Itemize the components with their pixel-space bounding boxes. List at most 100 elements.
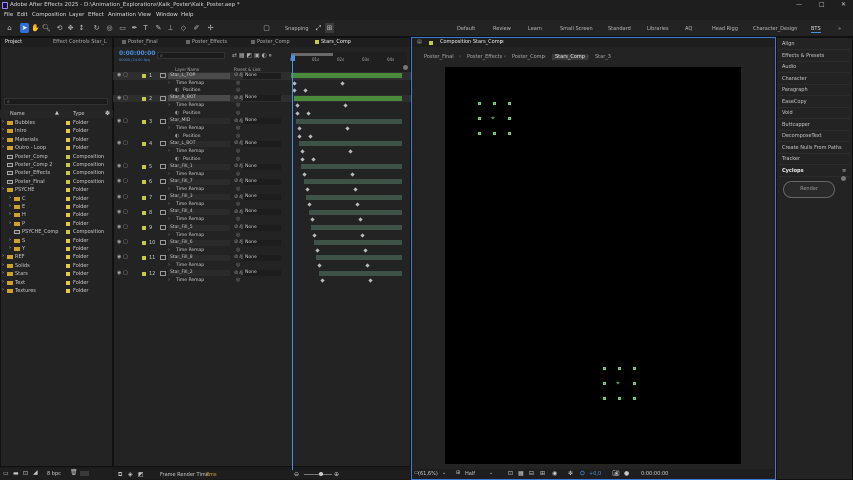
layer-label-color[interactable] (142, 74, 146, 78)
keyframe-marker[interactable] (317, 263, 322, 268)
property-row[interactable]: › Time Remap ◎ (113, 262, 411, 270)
snapping-checkbox-icon[interactable]: ▢ (262, 23, 271, 33)
property-row[interactable]: ◐ Position ◎ (113, 87, 411, 95)
keyframe-marker[interactable] (297, 134, 302, 139)
chevron-right-icon[interactable]: › (168, 247, 170, 253)
tab-timeline-poster-final[interactable]: Poster_Final (122, 39, 158, 45)
panel-cyclops[interactable]: Cyclops (782, 168, 804, 174)
project-item[interactable]: › PSYCHE Folder (0, 186, 113, 194)
close-button[interactable]: ✕ (841, 1, 846, 8)
chevron-right-icon[interactable]: › (9, 203, 11, 209)
project-item[interactable]: Poster_Effects Composition (0, 169, 113, 177)
property-row[interactable]: › Time Remap ◎ (113, 148, 411, 156)
zoom-out-icon[interactable]: ⊖ (294, 471, 299, 478)
panel-easecopy[interactable]: EaseCopy (782, 99, 807, 105)
tab-timeline-poster-comp[interactable]: Poster_Comp (251, 39, 290, 45)
project-item[interactable]: › Intro Folder (0, 127, 113, 135)
roto-brush-tool-icon[interactable]: ✐ (192, 23, 201, 33)
keyframe-marker[interactable] (362, 248, 368, 253)
label-color[interactable] (66, 272, 70, 277)
project-item[interactable]: › Outro - Loop Folder (0, 144, 113, 152)
property-row[interactable]: ◐ Position ◎ (113, 156, 411, 164)
maximize-button[interactable]: □ (819, 1, 825, 8)
chevron-right-icon[interactable]: › (2, 186, 4, 192)
pickwhip-icon[interactable]: ◎ (236, 277, 240, 283)
lock-icon[interactable]: ▤ (417, 39, 422, 45)
project-item[interactable]: › C Folder (0, 195, 113, 203)
chevron-right-icon[interactable]: › (2, 253, 4, 259)
layer-row[interactable]: ◉ ▢1Star_L_TOP⊘ ⁄◎None (113, 72, 411, 80)
project-item[interactable]: › H Folder (0, 211, 113, 219)
layer-row[interactable]: ◉ ▢12Star_Fill_2⊘ ⁄◎None (113, 270, 411, 278)
hand-tool-icon[interactable]: ✋ (31, 23, 40, 33)
menu-composition[interactable]: Composition (32, 12, 66, 18)
mask-visibility-icon[interactable]: ⊟ (529, 470, 534, 477)
keyframe-marker[interactable] (367, 278, 373, 283)
label-color[interactable] (66, 263, 70, 268)
render-button[interactable]: Render (783, 181, 835, 198)
transform-handle[interactable] (618, 397, 621, 400)
zoom-slider[interactable] (304, 474, 332, 475)
transform-handle[interactable] (603, 382, 606, 385)
resolution-select[interactable]: Half (465, 471, 475, 477)
property-row[interactable]: › Time Remap ◎ (113, 125, 411, 133)
keyframe-marker[interactable] (299, 156, 305, 162)
magnification-ratio[interactable]: (61,6%) (418, 471, 438, 477)
menu-file[interactable]: File (4, 12, 13, 18)
panel-decomposetext[interactable]: DecomposeText (782, 133, 822, 139)
anchor-point-icon[interactable]: ⌖ (491, 114, 495, 123)
keyframe-marker[interactable] (304, 187, 310, 192)
layer-name[interactable]: Star_Fill_5 (168, 224, 230, 231)
tab-composition-stars-comp[interactable]: Composition Stars_Comp (440, 39, 503, 45)
project-item[interactable]: › REF Folder (0, 253, 113, 261)
pickwhip-icon[interactable]: ◎ (236, 262, 240, 268)
label-color[interactable] (66, 146, 70, 151)
pan-camera-icon[interactable]: ✥ (66, 23, 75, 33)
layer-row[interactable]: ◉ ▢11Star_Fill_8⊘ ⁄◎None (113, 254, 411, 262)
column-type[interactable]: Type (73, 111, 84, 117)
chevron-right-icon[interactable]: › (9, 220, 11, 226)
zoom-tool-icon[interactable]: 🔍︎ (42, 23, 51, 33)
keyframe-marker[interactable] (357, 217, 363, 223)
project-item[interactable]: › Y Folder (0, 245, 113, 253)
keyframe-marker[interactable] (312, 232, 317, 238)
property-row[interactable]: › Time Remap ◎ (113, 232, 411, 240)
sort-ascending-icon[interactable]: ▲ (55, 110, 59, 116)
keyframe-marker[interactable] (308, 134, 313, 139)
breadcrumb-item[interactable]: Stars_Comp (552, 54, 588, 60)
anchor-point-icon[interactable]: ⌖ (616, 379, 620, 388)
label-color[interactable] (66, 196, 70, 201)
toggle-modes-icon[interactable]: ◈ (128, 471, 133, 478)
color-management-icon[interactable]: ✻ (568, 470, 573, 477)
layer-name[interactable]: Star_Fill_1 (168, 163, 230, 170)
chevron-right-icon[interactable]: › (9, 237, 11, 243)
workspace-learn[interactable]: Learn (528, 26, 542, 32)
label-color[interactable] (66, 205, 70, 209)
layer-name[interactable]: Star_L_TOP (168, 72, 230, 79)
grid-guides-icon[interactable]: ⊞ (540, 470, 545, 477)
property-row[interactable]: › Time Remap ◎ (113, 201, 411, 209)
scrollbar-thumb[interactable] (841, 176, 846, 181)
layer-label-color[interactable] (142, 195, 146, 200)
project-item[interactable]: › Solids Folder (0, 262, 113, 270)
keyframe-marker[interactable] (365, 263, 370, 268)
pickwhip-icon[interactable]: ◎ (236, 87, 240, 93)
snapping-grid-icon[interactable]: ⊞ (325, 23, 334, 33)
pen-tool-icon[interactable]: ✒ (130, 23, 139, 33)
zoom-slider-handle[interactable] (319, 472, 323, 476)
stopwatch-icon[interactable]: ◐ (175, 87, 179, 93)
layer-visibility-icon[interactable]: ◉ ▢ (117, 95, 128, 101)
label-color[interactable] (66, 238, 70, 243)
transform-handle[interactable] (493, 132, 496, 135)
pickwhip-icon[interactable]: ◎ (236, 171, 240, 177)
transform-handle[interactable] (603, 367, 606, 370)
layer-row[interactable]: ◉ ▢10Star_Fill_6⊘ ⁄◎None (113, 239, 411, 247)
breadcrumb-item[interactable]: Poster_Comp (512, 54, 545, 60)
keyframe-marker[interactable] (310, 156, 316, 162)
transform-handle[interactable] (603, 397, 606, 400)
menu-layer[interactable]: Layer (69, 12, 84, 18)
parent-select[interactable]: None (243, 118, 281, 125)
chevron-right-icon[interactable]: › (168, 232, 170, 238)
keyframe-marker[interactable] (350, 172, 355, 177)
layer-duration-bar[interactable] (308, 209, 402, 215)
